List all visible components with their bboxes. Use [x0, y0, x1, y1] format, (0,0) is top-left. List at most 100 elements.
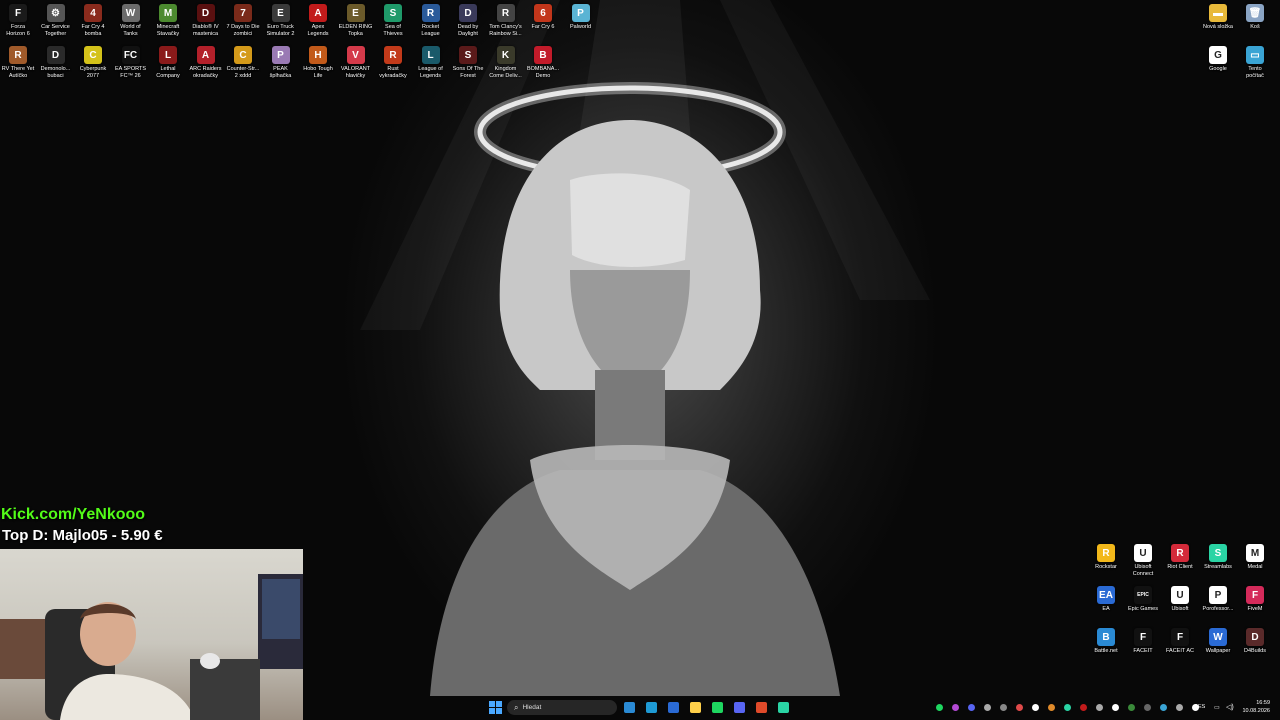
far-cry-6-icon: 6 [534, 4, 552, 22]
desktop-icon-faceit-ac[interactable]: F FACEIT AC [1161, 624, 1199, 664]
search-icon: ⌕ [514, 702, 519, 712]
taskbar-app-icon[interactable] [778, 702, 789, 713]
desktop-icon-dead-by[interactable]: D Dead by Daylight [449, 0, 487, 40]
desktop-icon-apex[interactable]: A Apex Legends [299, 0, 337, 40]
desktop-icon-label: EA SPORTS FC™ 26 [114, 66, 147, 79]
desktop-icon-label: League of Legends [418, 66, 443, 79]
desktop-icon-far-cry-4[interactable]: 4 Far Cry 4 bomba [74, 0, 112, 40]
desktop-icon-rockstar[interactable]: R Rockstar [1087, 540, 1125, 580]
desktop-icon-label: Sons Of The Forest [452, 66, 484, 79]
tray-app-icon[interactable] [1064, 704, 1071, 711]
taskbar [0, 696, 1280, 720]
desktop-icon-cyberpunk[interactable]: C Cyberpunk 2077 [74, 42, 112, 82]
desktop-icon-tento[interactable]: ▭ Tento počítač [1236, 42, 1274, 82]
desktop-icon-riot-client[interactable]: R Riot Client [1161, 540, 1199, 580]
desktop-icon-forza[interactable]: F Forza Horizon 6 [0, 0, 37, 40]
tray-network-icon[interactable]: ▭ [1214, 704, 1220, 711]
desktop-icon-wallpaper[interactable]: W Wallpaper [1199, 624, 1237, 664]
desktop-icon-tom-clancy-s[interactable]: R Tom Clancy's Rainbow Si... [487, 0, 525, 40]
taskbar-search[interactable]: ⌕ Hledat [507, 700, 617, 715]
tray-app-icon[interactable] [984, 704, 991, 711]
desktop-icon-label: Far Cry 6 [531, 24, 555, 30]
desktop-icon-league-of[interactable]: L League of Legends [412, 42, 450, 82]
car-service-icon: ⚙ [46, 4, 65, 22]
tray-app-icon[interactable] [1080, 704, 1087, 711]
taskbar-app-icon[interactable] [734, 702, 745, 713]
diablo-iv-icon: D [196, 4, 215, 22]
tray-app-icon[interactable] [1048, 704, 1055, 711]
desktop-icon-fivem[interactable]: F FiveM [1236, 582, 1274, 622]
tray-app-icon[interactable] [952, 704, 959, 711]
taskbar-clock[interactable]: 16:59 10.08.2026 [1242, 699, 1270, 715]
desktop-icon-euro-truck[interactable]: E Euro Truck Simulator 2 [262, 0, 300, 40]
tray-app-icon[interactable] [936, 704, 943, 711]
desktop-icon-rust[interactable]: R Rust vykradačky [374, 42, 412, 82]
desktop-icon-epic-games[interactable]: EPIC Epic Games [1124, 582, 1162, 622]
taskbar-app-icon[interactable] [712, 702, 723, 713]
desktop-icon-label: Euro Truck Simulator 2 [266, 24, 295, 37]
taskbar-app-icon[interactable] [668, 702, 679, 713]
desktop-icon-label: Porofessor... [1202, 606, 1234, 612]
desktop-icon-diablo-iv[interactable]: D Diablo® IV mastenica [187, 0, 225, 40]
desktop-icon-label: BOMBANA... Demo [526, 66, 560, 79]
desktop-icon-kingdom[interactable]: K Kingdom Come Deliv... [487, 42, 525, 82]
taskbar-app-icon[interactable] [624, 702, 635, 713]
desktop-icon-car-service[interactable]: ⚙ Car Service Together [37, 0, 75, 40]
tray-app-icon[interactable] [1144, 704, 1151, 711]
desktop-icon-streamlabs[interactable]: S Streamlabs [1199, 540, 1237, 580]
desktop-icon-label: Streamlabs [1204, 564, 1232, 570]
taskbar-app-icon[interactable] [690, 702, 701, 713]
desktop-icon-label: Diablo® IV mastenica [192, 24, 219, 37]
desktop-icon-sea-of[interactable]: S Sea of Thieves [374, 0, 412, 40]
desktop-icon-hobo-tough[interactable]: H Hobo Tough Life [299, 42, 337, 82]
desktop-icon-world-of[interactable]: W World of Tanks [112, 0, 150, 40]
start-button[interactable] [489, 701, 502, 714]
desktop-icon-ko[interactable]: 🗑 Koš [1236, 0, 1274, 40]
desktop-icon-ubisoft[interactable]: U Ubisoft Connect [1124, 540, 1162, 580]
tray-app-icon[interactable] [1000, 704, 1007, 711]
desktop-icon-medal[interactable]: M Medal [1236, 540, 1274, 580]
desktop-icon-ea[interactable]: EA EA [1087, 582, 1125, 622]
taskbar-app-icon[interactable] [646, 702, 657, 713]
desktop-icon-faceit[interactable]: F FACEIT [1124, 624, 1162, 664]
desktop-icon-rv-there-yet[interactable]: R RV There Yet Autíčko [0, 42, 37, 82]
tray-app-icon[interactable] [1128, 704, 1135, 711]
tray-app-icon[interactable] [1176, 704, 1183, 711]
desktop-icon-label: Counter-Str... 2 xddd [226, 66, 260, 79]
desktop-icon-nov-slo-ka[interactable]: ▬ Nová složka [1199, 0, 1237, 40]
tray-app-icon[interactable] [968, 704, 975, 711]
desktop-icon-label: Palworld [569, 24, 592, 30]
ea-icon: EA [1097, 586, 1115, 604]
desktop-icon-far-cry-6[interactable]: 6 Far Cry 6 [524, 0, 562, 40]
desktop-icon-google[interactable]: G Google [1199, 42, 1237, 82]
desktop-icon-rocket[interactable]: R Rocket League [412, 0, 450, 40]
desktop-icon-demonolo[interactable]: D Demonolo... bubaci [37, 42, 75, 82]
desktop-icon-7-days-to-die[interactable]: 7 7 Days to Die zombici [224, 0, 262, 40]
desktop-icon-label: Hobo Tough Life [303, 66, 333, 79]
desktop-icon-porofessor[interactable]: P Porofessor... [1199, 582, 1237, 622]
tray-app-icon[interactable] [1160, 704, 1167, 711]
desktop-icon-sons-of-the[interactable]: S Sons Of The Forest [449, 42, 487, 82]
desktop-icon-counter-str[interactable]: C Counter-Str... 2 xddd [224, 42, 262, 82]
desktop-icon-arc-raiders[interactable]: A ARC Raiders okradačky [187, 42, 225, 82]
desktop-icon-bombana[interactable]: B BOMBANA... Demo [524, 42, 562, 82]
tray-app-icon[interactable] [1016, 704, 1023, 711]
desktop-icon-valorant[interactable]: V VALORANT hlavičky [337, 42, 375, 82]
language-indicator[interactable]: CES [1194, 704, 1205, 710]
webcam-scene [0, 574, 303, 720]
desktop-icon-label: Nová složka [1203, 24, 1233, 30]
tray-app-icon[interactable] [1096, 704, 1103, 711]
desktop-icon-battle-net[interactable]: B Battle.net [1087, 624, 1125, 664]
tray-app-icon[interactable] [1032, 704, 1039, 711]
desktop-icon-minecraft[interactable]: M Minecraft Stavačky [149, 0, 187, 40]
desktop-icon-palworld[interactable]: P Palworld [562, 0, 600, 40]
desktop-icon-ea-sports[interactable]: FC EA SPORTS FC™ 26 [112, 42, 150, 82]
desktop-icon-d4builds[interactable]: D D4Builds [1236, 624, 1274, 664]
tray-volume-icon[interactable]: ◁) [1226, 703, 1234, 711]
desktop-icon-lethal[interactable]: L Lethal Company [149, 42, 187, 82]
desktop-icon-ubisoft[interactable]: U Ubisoft [1161, 582, 1199, 622]
tray-app-icon[interactable] [1112, 704, 1119, 711]
taskbar-app-icon[interactable] [756, 702, 767, 713]
desktop-icon-elden-ring[interactable]: E ELDEN RING Topka [337, 0, 375, 40]
desktop-icon-peak[interactable]: P PEAK šplhačka [262, 42, 300, 82]
